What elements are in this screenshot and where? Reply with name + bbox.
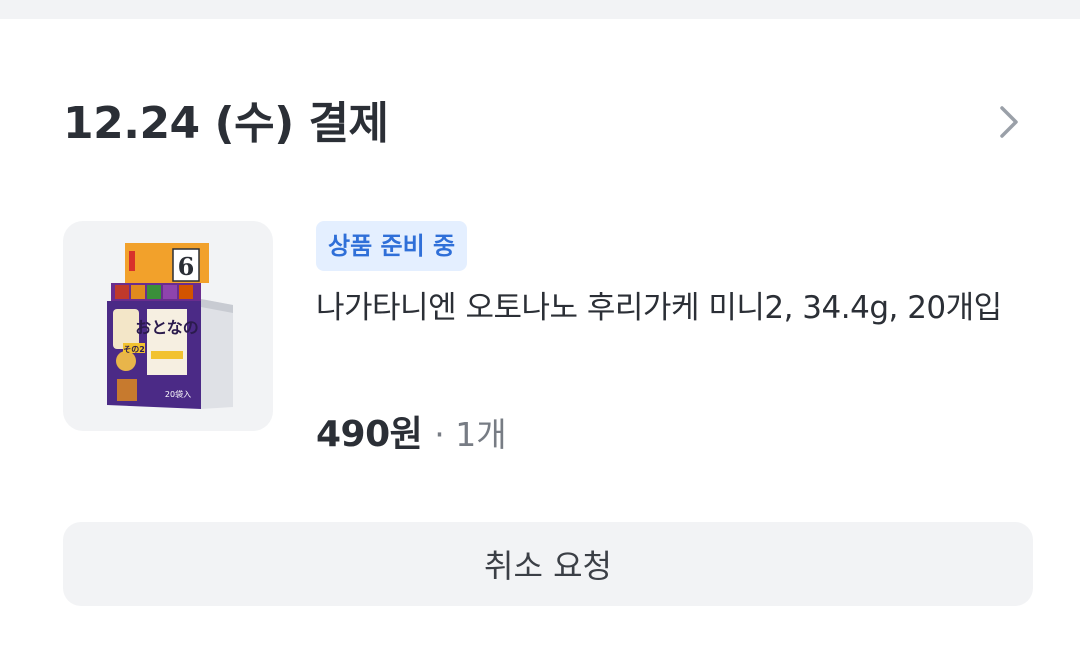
price-row: 490원 · 1개 bbox=[316, 410, 507, 460]
top-divider-band bbox=[0, 0, 1080, 19]
cancel-request-button[interactable]: 취소 요청 bbox=[63, 522, 1033, 606]
status-badge: 상품 준비 중 bbox=[316, 221, 468, 271]
package-count-badge: 6 bbox=[178, 252, 195, 281]
product-name[interactable]: 나가타니엔 오토나노 후리가케 미니2, 34.4g, 20개입 bbox=[316, 283, 1021, 333]
package-series: その2 bbox=[123, 345, 145, 354]
package-pieces: 20袋入 bbox=[165, 389, 191, 399]
order-date-title: 12.24 (수) 결제 bbox=[63, 98, 389, 149]
product-price: 490원 bbox=[316, 414, 423, 455]
product-package-image: 6 おとなの その2 20袋入 bbox=[107, 243, 233, 409]
package-title: おとなの bbox=[135, 318, 199, 337]
product-quantity: · 1개 bbox=[434, 415, 507, 454]
order-header[interactable]: 12.24 (수) 결제 bbox=[63, 94, 1023, 154]
chevron-right-icon[interactable] bbox=[993, 100, 1023, 144]
product-thumbnail[interactable]: 6 おとなの その2 20袋入 bbox=[63, 221, 273, 431]
product-info: 상품 준비 중 나가타니엔 오토나노 후리가케 미니2, 34.4g, 20개입… bbox=[316, 221, 1036, 471]
